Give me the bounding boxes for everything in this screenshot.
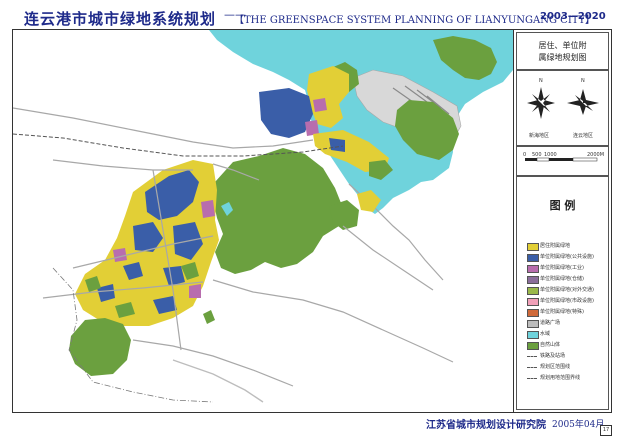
industrial-west-1 (201, 200, 215, 218)
scale-tick-1: 500 (532, 152, 542, 158)
legend-swatch (527, 276, 539, 284)
rose-right-label: 连云地区 (573, 132, 593, 139)
legend-label: 单位附属绿地(公共设施) (540, 254, 594, 260)
legend-label: 单位附属绿地(仓储) (540, 276, 584, 282)
legend-label: 道路广场 (540, 320, 561, 326)
industrial-west-3 (189, 284, 201, 298)
scale-tick-2: 1000 (544, 152, 557, 158)
scale-bar-box: 0 500 1000 2000M (516, 146, 609, 176)
scale-bar (525, 157, 598, 162)
rose-left-label: 新海地区 (529, 132, 549, 139)
legend-box: 图 例 居住附属绿地单位附属绿地(公共设施) 单位附属绿地(工业) 单位附属绿地(仓… (516, 176, 609, 410)
legend-label: 铁路及站场 (540, 353, 566, 359)
legend-swatch (527, 342, 539, 350)
legend-label: 单位附属绿地(市政设施) (540, 298, 594, 304)
panel-title-line2: 属绿地规划图 (538, 53, 587, 62)
north-label-right: N (581, 78, 585, 84)
map-date: 2005年04月 (552, 420, 605, 430)
legend-label: 规划用地范围界线 (540, 375, 581, 381)
wind-rose-right (567, 89, 599, 115)
page-number: 17 (600, 425, 612, 436)
central-mountain (213, 148, 343, 274)
map-title-chinese: 连云港市城市绿地系统规划 (24, 10, 217, 28)
panel-title-line1: 居住、单位附 (538, 41, 587, 50)
legend-swatch (527, 265, 539, 273)
legend-label: 自然山体 (540, 342, 561, 348)
panel-title-box: 居住、单位附 属绿地规划图 (516, 32, 609, 70)
scale-tick-3: 2000M (587, 152, 604, 158)
legend-swatch (527, 320, 539, 328)
legend-swatch (527, 356, 537, 357)
legend-panel: 居住、单位附 属绿地规划图 N N 新海地区 连云地区 0 500 1000 2… (513, 29, 612, 413)
title-bar: 连云港市城市绿地系统规划 —— 【THE GREENSPACE SYSTEM P… (12, 6, 610, 28)
east-blue (329, 138, 345, 152)
south-small-park (203, 310, 215, 324)
institute-name: 江苏省城市规划设计研究院 (426, 420, 546, 431)
legend-swatch (527, 298, 539, 306)
legend-swatch (527, 243, 539, 251)
north-label-left: N (539, 78, 543, 84)
railway-line (13, 133, 344, 157)
legend-swatch (527, 331, 539, 339)
legend-label: 单位附属绿地(特殊) (540, 309, 584, 315)
footer-bar: 江苏省城市规划设计研究院 2005年04月 (12, 412, 610, 434)
map-canvas (12, 29, 514, 413)
legend-label: 单位附属绿地(对外交通) (540, 287, 594, 293)
legend-swatch (527, 254, 539, 262)
legend-swatch (527, 367, 537, 368)
wind-rose-left (527, 87, 555, 119)
blue-district-north (259, 88, 313, 138)
scale-tick-0: 0 (523, 152, 526, 158)
wind-rose-box: N N 新海地区 连云地区 (516, 70, 609, 146)
southwest-mountain (69, 318, 131, 376)
legend-label: 单位附属绿地(工业) (540, 265, 584, 271)
legend-label: 水域 (540, 331, 551, 337)
legend-title: 图 例 (549, 199, 576, 212)
port-town-purple (313, 98, 327, 112)
south-road-curve (172, 359, 264, 403)
legend-swatch (527, 378, 537, 379)
planning-period: 2003—2020 (540, 11, 606, 22)
legend-label: 规划区范围线 (540, 364, 571, 370)
map-sheet: 连云港市城市绿地系统规划 —— 【THE GREENSPACE SYSTEM P… (0, 0, 620, 439)
legend-label: 居住附属绿地 (540, 243, 571, 249)
legend-swatch (527, 309, 539, 317)
legend-swatch (527, 287, 539, 295)
